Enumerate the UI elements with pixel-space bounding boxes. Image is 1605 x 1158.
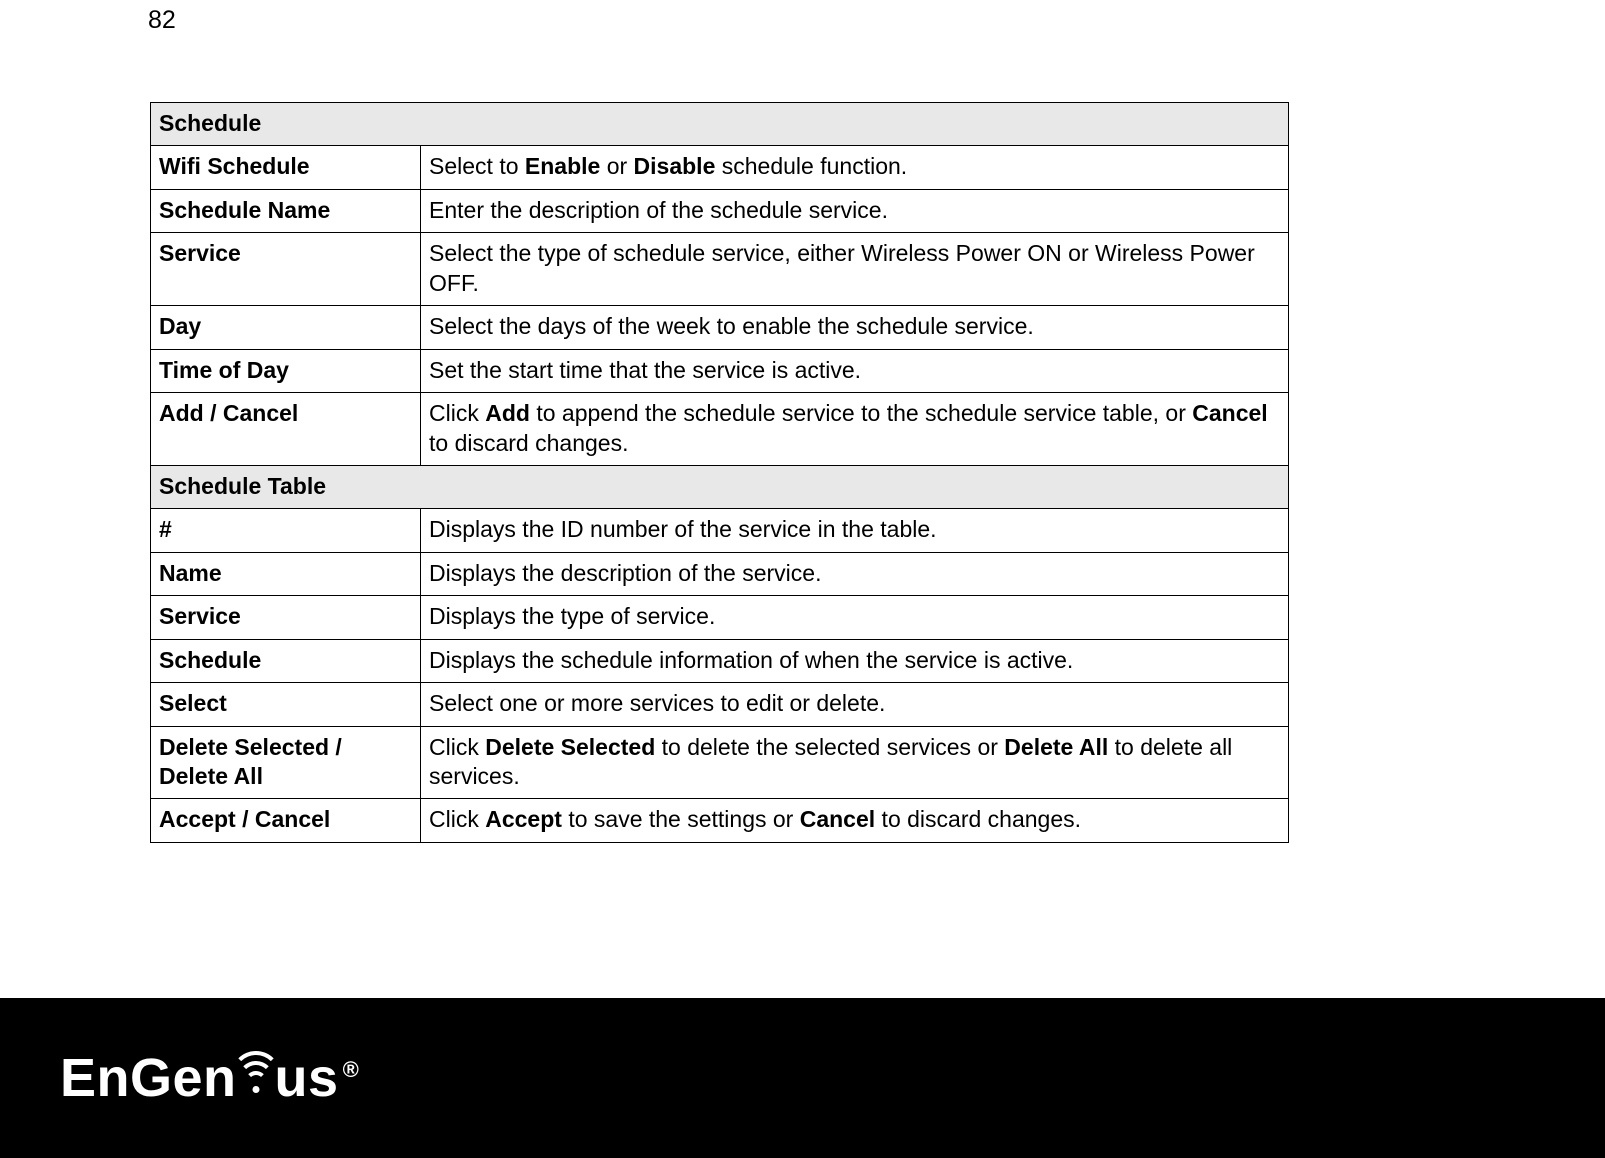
setting-description: Select to Enable or Disable schedule fun… (421, 146, 1289, 189)
table-row: SelectSelect one or more services to edi… (151, 683, 1289, 726)
setting-label: Day (151, 306, 421, 349)
table-row: DaySelect the days of the week to enable… (151, 306, 1289, 349)
setting-description: Enter the description of the schedule se… (421, 189, 1289, 232)
setting-description: Displays the ID number of the service in… (421, 509, 1289, 552)
section-header-row: Schedule Table (151, 465, 1289, 508)
setting-label: # (151, 509, 421, 552)
logo-text-part2: us (275, 1051, 339, 1105)
setting-label: Service (151, 233, 421, 306)
table-row: ServiceDisplays the type of service. (151, 596, 1289, 639)
table-row: Schedule NameEnter the description of th… (151, 189, 1289, 232)
setting-label: Delete Selected / Delete All (151, 726, 421, 799)
table-row: Wifi ScheduleSelect to Enable or Disable… (151, 146, 1289, 189)
table-row: ScheduleDisplays the schedule informatio… (151, 639, 1289, 682)
setting-label: Add / Cancel (151, 393, 421, 466)
schedule-settings-table: ScheduleWifi ScheduleSelect to Enable or… (150, 102, 1288, 843)
setting-description: Displays the description of the service. (421, 552, 1289, 595)
table-row: Add / CancelClick Add to append the sche… (151, 393, 1289, 466)
setting-label: Time of Day (151, 349, 421, 392)
setting-description: Displays the type of service. (421, 596, 1289, 639)
page-number: 82 (148, 6, 176, 35)
table-row: NameDisplays the description of the serv… (151, 552, 1289, 595)
setting-label: Name (151, 552, 421, 595)
page-footer: EnGen us ® (0, 998, 1605, 1158)
setting-description: Select one or more services to edit or d… (421, 683, 1289, 726)
setting-label: Accept / Cancel (151, 799, 421, 842)
setting-description: Select the days of the week to enable th… (421, 306, 1289, 349)
settings-table: ScheduleWifi ScheduleSelect to Enable or… (150, 102, 1289, 843)
setting-label: Schedule (151, 639, 421, 682)
setting-description: Displays the schedule information of whe… (421, 639, 1289, 682)
section-header-cell: Schedule (151, 103, 1289, 146)
section-header-row: Schedule (151, 103, 1289, 146)
setting-label: Schedule Name (151, 189, 421, 232)
setting-description: Set the start time that the service is a… (421, 349, 1289, 392)
table-row: ServiceSelect the type of schedule servi… (151, 233, 1289, 306)
setting-label: Wifi Schedule (151, 146, 421, 189)
setting-label: Service (151, 596, 421, 639)
registered-trademark-icon: ® (343, 1057, 359, 1083)
wifi-icon (233, 1051, 279, 1097)
table-row: #Displays the ID number of the service i… (151, 509, 1289, 552)
section-header-cell: Schedule Table (151, 465, 1289, 508)
setting-description: Select the type of schedule service, eit… (421, 233, 1289, 306)
table-row: Delete Selected / Delete AllClick Delete… (151, 726, 1289, 799)
table-row: Time of DaySet the start time that the s… (151, 349, 1289, 392)
setting-description: Click Accept to save the settings or Can… (421, 799, 1289, 842)
setting-label: Select (151, 683, 421, 726)
setting-description: Click Add to append the schedule service… (421, 393, 1289, 466)
engenius-logo: EnGen us ® (60, 1051, 359, 1105)
table-row: Accept / CancelClick Accept to save the … (151, 799, 1289, 842)
logo-text-part1: EnGen (60, 1051, 237, 1105)
setting-description: Click Delete Selected to delete the sele… (421, 726, 1289, 799)
